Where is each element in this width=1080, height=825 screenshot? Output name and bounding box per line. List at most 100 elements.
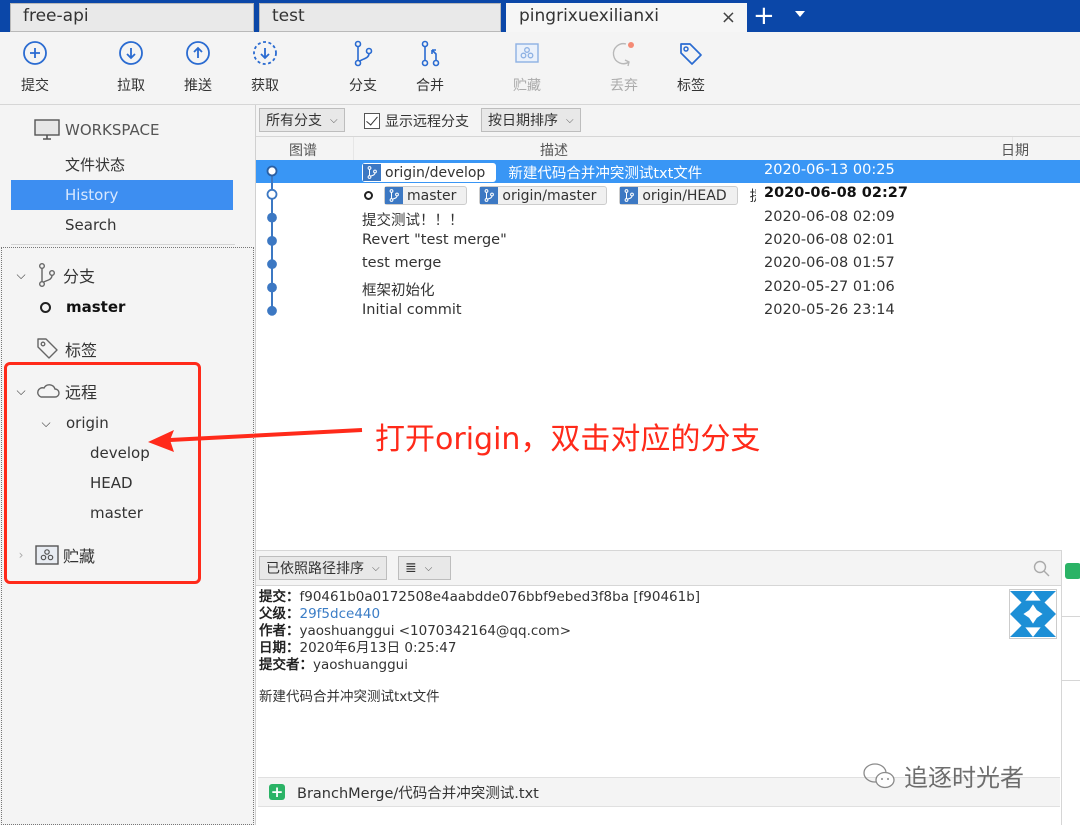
branch-ref-badge[interactable]: origin/HEAD	[619, 186, 738, 206]
sort-dropdown[interactable]: 按日期排序 ⌵	[481, 108, 581, 132]
branch-button[interactable]: 分支	[338, 40, 388, 95]
stash-label: 贮藏	[513, 78, 541, 94]
branch-ref-badge[interactable]: origin/develop	[362, 163, 497, 182]
graph-commit-node[interactable]	[267, 259, 277, 270]
branch-icon	[385, 187, 403, 205]
dropdown-value: 已依照路径排序	[266, 561, 364, 577]
fetch-button[interactable]: 获取	[240, 40, 290, 95]
sidebar-item-history[interactable]: History	[11, 180, 233, 210]
checkbox-label: 显示远程分支	[385, 114, 469, 130]
parent-hash-link[interactable]: 29f5dce440	[300, 606, 381, 622]
column-header-graph[interactable]: 图谱	[289, 140, 317, 160]
detail-commit: 提交：f90461b0a0172508e4aabdde076bbf9ebed3f…	[259, 589, 700, 606]
detail-key: 提交者：	[259, 657, 313, 673]
checkbox-checked-icon[interactable]	[364, 113, 380, 129]
stash-icon	[515, 43, 539, 63]
graph-commit-node[interactable]	[267, 212, 277, 223]
merge-label: 合并	[416, 78, 444, 94]
file-view-mode-dropdown[interactable]: ≣ ⌵	[398, 556, 451, 580]
column-divider[interactable]	[353, 137, 354, 161]
sidebar-item-file-status[interactable]: 文件状态	[11, 150, 233, 180]
commit-hash: f90461b0a0172508e4aabdde076bbf9ebed3f8ba…	[299, 589, 701, 605]
graph-commit-node[interactable]	[266, 165, 278, 177]
commit-description: Initial commit	[362, 302, 462, 318]
file-added-icon: +	[269, 783, 285, 801]
graph-commit-node[interactable]	[266, 188, 278, 200]
close-tab-icon[interactable]: ×	[721, 7, 736, 28]
fetch-dashed-circle-icon	[253, 41, 277, 65]
tags-section-header[interactable]: 标签	[35, 336, 97, 362]
branch-ref-badge[interactable]: origin/master	[479, 186, 608, 206]
tag-icon	[37, 338, 58, 359]
pull-label: 拉取	[117, 78, 145, 94]
column-header-description[interactable]: 描述	[540, 140, 568, 160]
tab-test[interactable]: test	[259, 3, 501, 32]
pull-button[interactable]: 拉取	[106, 40, 156, 95]
commit-row[interactable]: test merge 2020-06-08 01:57	[256, 253, 1080, 276]
discard-label: 丢弃	[610, 78, 638, 94]
commit-message: 提交测试！！！	[750, 185, 756, 206]
branch-name: master	[66, 298, 126, 316]
current-branch-indicator-icon	[40, 301, 51, 313]
merge-icon	[421, 40, 440, 67]
file-sort-dropdown[interactable]: 已依照路径排序 ⌵	[259, 556, 387, 580]
commit-row[interactable]: Revert "test merge" 2020-06-08 02:01	[256, 230, 1080, 253]
commit-row[interactable]: origin/develop 新建代码合并冲突测试txt文件 2020-06-13 …	[256, 160, 1080, 183]
chevron-down-icon[interactable]: ⌵	[13, 268, 29, 283]
branch-icon	[480, 187, 499, 205]
add-tab-button[interactable]: +	[753, 0, 775, 32]
merge-button[interactable]: 合并	[405, 40, 455, 95]
push-label: 推送	[184, 78, 212, 94]
search-icon[interactable]	[1033, 560, 1051, 578]
chevron-down-icon: ⌵	[424, 562, 433, 574]
tab-menu-dropdown-icon[interactable]	[795, 11, 805, 17]
file-path: BranchMerge/代码合并冲突测试.txt	[297, 785, 539, 802]
dropdown-value: 所有分支	[266, 113, 322, 129]
graph-commit-node[interactable]	[267, 282, 277, 293]
stash-button[interactable]: 贮藏	[502, 40, 552, 95]
wechat-icon	[863, 762, 895, 788]
commit-description: 提交测试！！！	[362, 209, 464, 230]
discard-button[interactable]: 丢弃	[599, 40, 649, 95]
tag-button[interactable]: 标签	[666, 40, 716, 95]
list-view-icon: ≣	[405, 560, 417, 576]
branch-icon	[38, 263, 55, 288]
column-header-date[interactable]: 日期	[1001, 140, 1029, 160]
graph-commit-node[interactable]	[267, 236, 277, 246]
repo-tab-bar: free-api test pingrixuexilianxi × +	[0, 0, 1080, 32]
branch-ref-name: origin/develop	[385, 164, 486, 181]
commit-message: 新建代码合并冲突测试txt文件	[259, 689, 440, 705]
commit-row[interactable]: 框架初始化 2020-05-27 01:06	[256, 277, 1080, 300]
branches-header-label: 分支	[63, 267, 96, 286]
tab-free-api[interactable]: free-api	[10, 3, 254, 32]
branch-icon	[363, 164, 381, 181]
commit-description: master origin/master origin/HEAD 提交测试！！！	[362, 185, 756, 206]
branch-filter-dropdown[interactable]: 所有分支 ⌵	[259, 108, 345, 132]
branch-label: 分支	[349, 78, 377, 94]
detail-key: 作者：	[259, 623, 300, 639]
detail-committer: 提交者：yaoshuanggui	[259, 657, 700, 674]
commit-date: 2020-05-27 01:06	[764, 278, 895, 295]
commit-button[interactable]: 提交	[10, 40, 60, 95]
branch-ref-badge[interactable]: master	[384, 186, 468, 206]
sidebar-item-label: History	[65, 186, 119, 204]
history-panel: 所有分支 ⌵ 显示远程分支 按日期排序 ⌵ 图谱 描述 日期 origin/deve…	[255, 105, 1080, 825]
current-head-indicator-icon	[364, 191, 373, 201]
commit-row[interactable]: 提交测试！！！ 2020-06-08 02:09	[256, 207, 1080, 230]
tab-pingrixuexilianxi[interactable]: pingrixuexilianxi ×	[506, 3, 747, 32]
detail-key: 提交：	[259, 589, 300, 605]
branch-item-master[interactable]: master	[40, 298, 125, 316]
graph-commit-node[interactable]	[267, 305, 277, 316]
commit-message: Revert "test merge"	[362, 231, 507, 248]
detail-date: 日期：2020年6月13日 0:25:47	[259, 640, 700, 657]
sidebar-item-search[interactable]: Search	[11, 210, 233, 240]
commit-row[interactable]: master origin/master origin/HEAD 提交测试！！！ 202…	[256, 183, 1080, 206]
show-remote-branches-checkbox[interactable]: 显示远程分支	[364, 111, 469, 131]
commit-description: Revert "test merge"	[362, 232, 507, 248]
push-button[interactable]: 推送	[173, 40, 223, 95]
chevron-down-icon: ⌵	[372, 562, 380, 574]
commit-message: 新建代码合并冲突测试txt文件	[508, 166, 703, 182]
fetch-label: 获取	[251, 78, 279, 94]
commit-row[interactable]: Initial commit 2020-05-26 23:14	[256, 300, 1080, 323]
branches-section-header[interactable]: ⌵ 分支	[13, 262, 95, 288]
